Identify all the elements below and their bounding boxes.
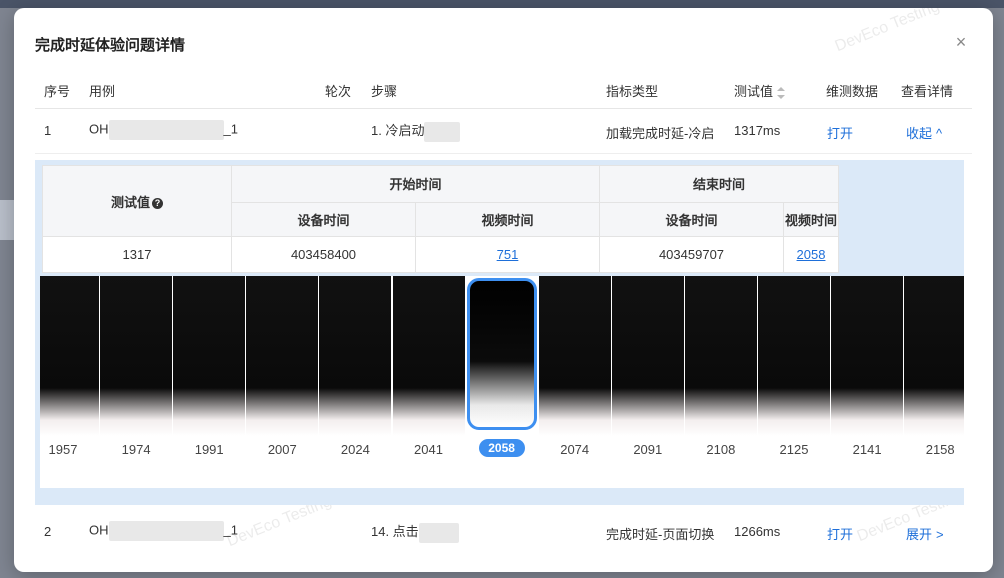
redacted-block (108, 120, 224, 140)
open-button[interactable]: 打开 (827, 123, 853, 142)
step-text: 1. 冷启动 (371, 123, 425, 138)
header-test-value[interactable]: 测试值 (734, 81, 786, 100)
frame-label: 2158 (925, 442, 955, 457)
background-panel (0, 200, 14, 240)
case-suffix: _1 (223, 121, 238, 137)
header-index: 序号 (44, 84, 71, 99)
video-frame[interactable] (611, 276, 684, 436)
start-video-time-link[interactable]: 751 (415, 236, 600, 273)
start-video-time-value[interactable]: 751 (497, 247, 519, 262)
video-frame[interactable] (100, 276, 173, 436)
header-round: 轮次 (325, 84, 352, 99)
selected-video-frame[interactable] (466, 278, 537, 430)
frame-label: 2125 (779, 442, 809, 457)
row-case: OH _1 (89, 120, 238, 140)
header-details: 查看详情 (901, 84, 954, 99)
header-test-value-label: 测试值 (734, 84, 774, 99)
expanded-detail-panel: 测试值? 开始时间 结束时间 设备时间 视频时间 设备时间 视频时间 1317 … (35, 160, 964, 505)
start-video-time-header: 视频时间 (415, 201, 600, 238)
table-row: 2 OH _1 14. 点击 完成时延-页面切换 1266ms 打开 展开 > (35, 510, 972, 554)
end-device-time-cell: 403459707 (599, 236, 784, 273)
row-test-value: 1317ms (734, 123, 781, 138)
watermark: DevEco Testing (832, 8, 942, 56)
expand-button[interactable]: 展开 > (906, 524, 944, 543)
row-case: OH _1 (89, 521, 238, 541)
video-frame[interactable] (758, 276, 830, 436)
redacted-block (418, 522, 459, 543)
video-frame[interactable] (319, 276, 392, 436)
end-video-time-link[interactable]: 2058 (782, 236, 840, 273)
end-time-header: 结束时间 (598, 165, 840, 203)
start-time-header: 开始时间 (231, 165, 600, 203)
help-icon[interactable]: ? (152, 197, 163, 209)
header-step: 步骤 (371, 84, 398, 99)
header-case: 用例 (89, 84, 116, 99)
background-page (0, 0, 1004, 8)
video-frame[interactable] (40, 276, 99, 436)
video-frame[interactable] (246, 276, 319, 436)
video-frame[interactable] (904, 276, 964, 436)
header-metric-type: 指标类型 (606, 84, 659, 99)
row-step: 14. 点击 (371, 521, 459, 543)
row-test-value: 1266ms (734, 524, 781, 539)
case-prefix: OH (89, 121, 109, 137)
redacted-block (424, 121, 461, 142)
end-video-time-header: 视频时间 (782, 201, 840, 238)
frame-label: 1974 (121, 442, 151, 457)
test-value-label: 测试值 (110, 194, 150, 210)
video-frame[interactable] (538, 276, 611, 436)
frame-label: 2041 (414, 442, 443, 457)
case-suffix: _1 (223, 522, 238, 538)
table-header: 序号 用例 轮次 步骤 指标类型 测试值 维测数据 查看详情 (35, 70, 972, 109)
step-text: 14. 点击 (371, 524, 419, 539)
test-value-header: 测试值? (42, 164, 232, 238)
frame-label: 1991 (194, 442, 224, 457)
redacted-block (108, 521, 224, 541)
video-frame[interactable] (173, 276, 246, 436)
case-prefix: OH (89, 522, 109, 538)
start-device-time-cell: 403458400 (231, 236, 416, 273)
frame-label: 1957 (48, 442, 78, 457)
chevron-right-icon: > (936, 527, 944, 542)
selected-frame-label: 2058 (478, 439, 525, 457)
test-value-cell: 1317 (42, 236, 232, 273)
row-metric-type: 加载完成时延-冷启 (606, 126, 715, 141)
end-video-time-value[interactable]: 2058 (797, 247, 826, 262)
frame-label: 2074 (560, 442, 590, 457)
video-frame[interactable] (684, 276, 757, 436)
row-index: 2 (44, 524, 52, 539)
header-maintenance-data: 维测数据 (826, 84, 879, 99)
row-index: 1 (44, 123, 52, 138)
dialog-title: 完成时延体验问题详情 (35, 37, 186, 54)
open-button[interactable]: 打开 (827, 524, 853, 543)
frame-label: 2108 (706, 442, 736, 457)
frame-label: 2141 (852, 442, 882, 457)
video-frame[interactable] (831, 276, 904, 436)
start-device-time-header: 设备时间 (231, 201, 416, 238)
timing-table: 测试值? 开始时间 结束时间 设备时间 视频时间 设备时间 视频时间 1317 … (42, 164, 840, 273)
chevron-up-icon: ^ (936, 126, 943, 141)
sort-icon[interactable] (777, 86, 786, 99)
collapse-label: 收起 (906, 126, 933, 141)
expand-label: 展开 (906, 527, 933, 542)
collapse-button[interactable]: 收起 ^ (906, 123, 942, 142)
frame-label: 2007 (267, 442, 297, 457)
end-device-time-header: 设备时间 (599, 201, 784, 238)
video-frame-strip[interactable]: 1957 1974 1991 2007 2024 2041 2058 2074 2091 2108… (40, 276, 964, 488)
frame-label: 2024 (340, 442, 370, 457)
video-frame[interactable] (392, 276, 465, 436)
table-row: 1 OH _1 1. 冷启动 加载完成时延-冷启 1317ms 打开 收起 ^ (35, 109, 972, 154)
latency-detail-dialog: 完成时延体验问题详情 × DevEco Testing DevEco Testi… (14, 8, 993, 572)
frame-label: 2091 (633, 442, 663, 457)
row-metric-type: 完成时延-页面切换 (606, 527, 715, 542)
row-step: 1. 冷启动 (371, 120, 461, 142)
close-icon[interactable]: × (951, 32, 971, 52)
